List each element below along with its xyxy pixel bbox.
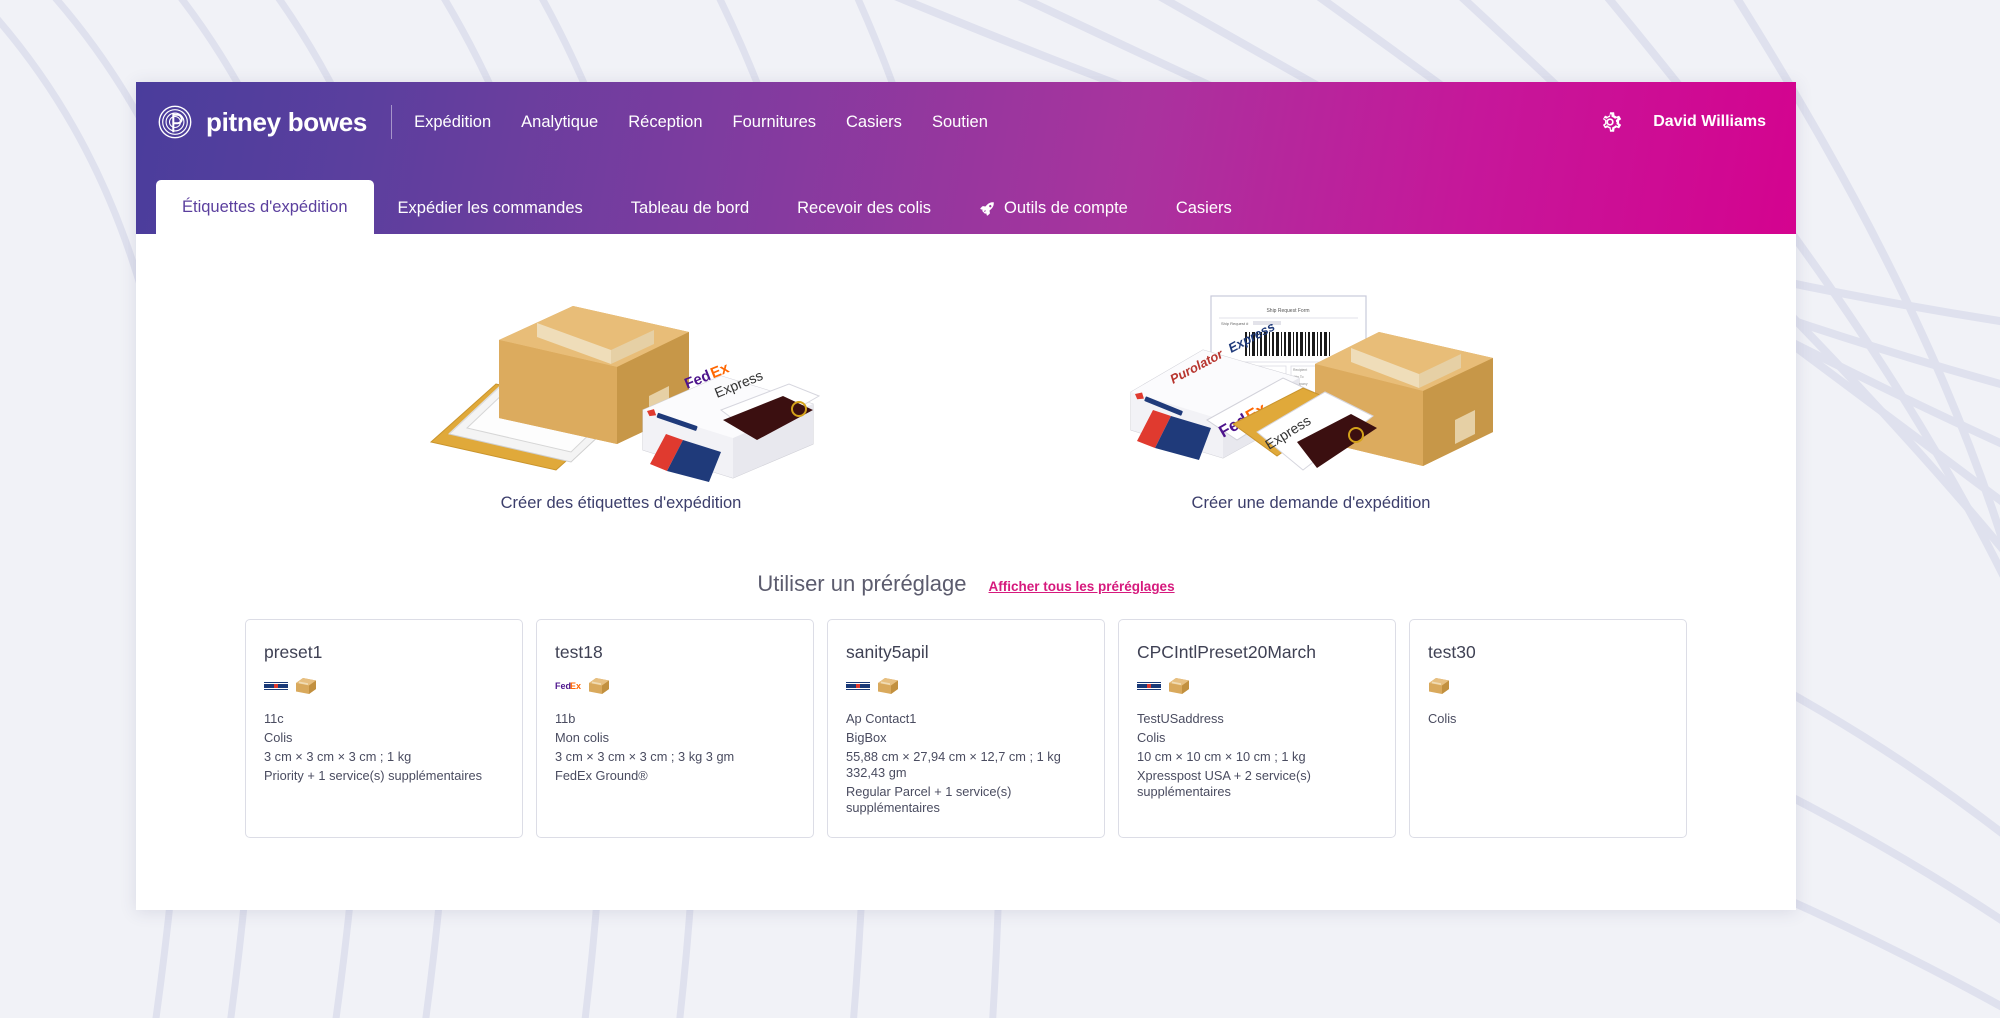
rocket-icon	[980, 201, 994, 216]
tab-etiquettes-expedition[interactable]: Étiquettes d'expédition	[156, 180, 374, 234]
preset-detail-line: 10 cm × 10 cm × 10 cm ; 1 kg	[1137, 748, 1306, 764]
tab-label: Casiers	[1175, 198, 1232, 217]
shipping-labels-illustration: Fed Ex Express	[429, 306, 821, 482]
tab-casiers[interactable]: Casiers	[1152, 182, 1256, 234]
svg-text:Ship Request Form: Ship Request Form	[1266, 308, 1309, 314]
header-right-cluster: David Williams	[1597, 109, 1766, 135]
preset-detail-line: Colis	[1428, 711, 1457, 726]
preset-detail-line: 11b	[555, 711, 576, 726]
parcel-box-icon	[1169, 678, 1189, 694]
primary-link-analytique[interactable]: Analytique	[521, 113, 598, 132]
parcel-box-icon	[1429, 678, 1449, 694]
brand-logo[interactable]: pitney bowes	[158, 105, 367, 139]
app-header: pitney bowes Expédition Analytique Récep…	[136, 82, 1796, 234]
hero-caption: Créer des étiquettes d'expédition	[500, 494, 742, 512]
preset-name: test18	[555, 642, 603, 662]
svg-text:Fed: Fed	[555, 681, 571, 691]
primary-navigation-bar: pitney bowes Expédition Analytique Récep…	[136, 82, 1796, 162]
tab-recevoir-des-colis[interactable]: Recevoir des colis	[773, 182, 955, 234]
brand-name: pitney bowes	[206, 106, 368, 137]
preset-detail-line: Ap Contact1	[846, 711, 917, 726]
create-shipping-labels-tile[interactable]: Fed Ex Express Créer des étiquettes d'ex…	[411, 292, 831, 513]
preset-detail-line: BigBox	[846, 729, 887, 745]
preset-name: preset1	[264, 642, 323, 662]
preset-icons: Fed Ex	[555, 675, 795, 697]
preset-detail-line: TestUSaddress	[1137, 711, 1224, 726]
primary-link-fournitures[interactable]: Fournitures	[733, 113, 816, 132]
preset-icons	[1428, 675, 1668, 697]
ship-request-illustration: Ship Request Form Ship Request # Recipie…	[1130, 295, 1493, 471]
preset-detail-line: Xpresspost USA + 2 service(s) supplément…	[1137, 767, 1311, 799]
hero-caption: Créer une demande d'expédition	[1191, 494, 1431, 512]
show-all-presets-link[interactable]: Afficher tous les préréglages	[989, 579, 1175, 594]
usps-carrier-icon	[846, 682, 870, 690]
pitney-bowes-logo-icon	[158, 105, 192, 139]
preset-section-header: Utiliser un préréglage Afficher tous les…	[136, 571, 1796, 597]
header-divider	[391, 105, 393, 139]
svg-text:Ex: Ex	[570, 681, 581, 691]
tab-label: Outils de compte	[1004, 198, 1128, 217]
preset-card[interactable]: preset1 11c Colis 3 cm × 3 cm × 3 cm ; 1…	[245, 619, 523, 838]
primary-link-expedition[interactable]: Expédition	[414, 113, 491, 132]
gear-icon[interactable]	[1597, 109, 1623, 135]
preset-detail-line: 55,88 cm × 27,94 cm × 12,7 cm ; 1 kg 332…	[846, 748, 1061, 780]
preset-detail-line: Colis	[264, 729, 293, 745]
tab-label: Tableau de bord	[630, 198, 750, 217]
preset-detail-line: Priority + 1 service(s) supplémentaires	[264, 767, 482, 783]
tab-outils-de-compte[interactable]: Outils de compte	[955, 182, 1152, 234]
preset-detail-line: 3 cm × 3 cm × 3 cm ; 1 kg	[264, 748, 412, 764]
tab-tableau-de-bord[interactable]: Tableau de bord	[607, 182, 773, 234]
preset-card[interactable]: sanity5apil Ap Contact1 BigBox 55,88 cm …	[827, 619, 1105, 838]
create-ship-request-tile[interactable]: Ship Request Form Ship Request # Recipie…	[1101, 292, 1521, 513]
preset-card[interactable]: test30 Colis	[1409, 619, 1687, 838]
preset-detail-line: Mon colis	[555, 729, 610, 745]
preset-icons	[1137, 675, 1377, 697]
tab-label: Recevoir des colis	[797, 198, 932, 217]
primary-link-reception[interactable]: Réception	[628, 113, 702, 132]
preset-name: test30	[1428, 642, 1476, 662]
main-content: Fed Ex Express Créer des étiquettes d'ex…	[136, 234, 1796, 910]
svg-text:Recipient: Recipient	[1293, 368, 1307, 372]
preset-detail-line: 3 cm × 3 cm × 3 cm ; 3 kg 3 gm	[555, 748, 735, 764]
usps-carrier-icon	[1137, 682, 1161, 690]
preset-card[interactable]: test18 Fed Ex 11b Mon colis 3 cm × 3 cm …	[536, 619, 814, 838]
preset-icons	[846, 675, 1086, 697]
tab-expedier-les-commandes[interactable]: Expédier les commandes	[374, 182, 607, 234]
parcel-box-icon	[589, 678, 609, 694]
hero-actions-row: Fed Ex Express Créer des étiquettes d'ex…	[136, 264, 1796, 513]
usps-carrier-icon	[264, 682, 288, 690]
fedex-carrier-icon: Fed Ex	[555, 681, 581, 691]
preset-name: sanity5apil	[846, 642, 929, 662]
preset-detail-line: Regular Parcel + 1 service(s) supplément…	[846, 783, 1012, 815]
preset-name: CPCIntlPreset20March	[1137, 642, 1316, 662]
app-window: pitney bowes Expédition Analytique Récep…	[136, 82, 1796, 910]
parcel-box-icon	[296, 678, 316, 694]
secondary-tab-bar: Étiquettes d'expédition Expédier les com…	[136, 162, 1796, 234]
svg-text:Ship Request #: Ship Request #	[1221, 321, 1249, 326]
primary-link-casiers[interactable]: Casiers	[846, 113, 902, 132]
preset-icons	[264, 675, 504, 697]
tab-label: Étiquettes d'expédition	[182, 197, 348, 216]
parcel-box-icon	[878, 678, 898, 694]
preset-section-title: Utiliser un préréglage	[757, 571, 967, 596]
user-name[interactable]: David Williams	[1653, 113, 1766, 131]
primary-link-soutien[interactable]: Soutien	[932, 113, 988, 132]
preset-card[interactable]: CPCIntlPreset20March TestUSaddress Colis…	[1118, 619, 1396, 838]
preset-detail-line: 11c	[264, 711, 284, 726]
preset-grid: preset1 11c Colis 3 cm × 3 cm × 3 cm ; 1…	[136, 619, 1796, 838]
tab-label: Expédier les commandes	[397, 198, 583, 217]
primary-links: Expédition Analytique Réception Fournitu…	[414, 113, 988, 132]
preset-detail-line: Colis	[1137, 729, 1166, 745]
preset-detail-line: FedEx Ground®	[555, 767, 648, 783]
